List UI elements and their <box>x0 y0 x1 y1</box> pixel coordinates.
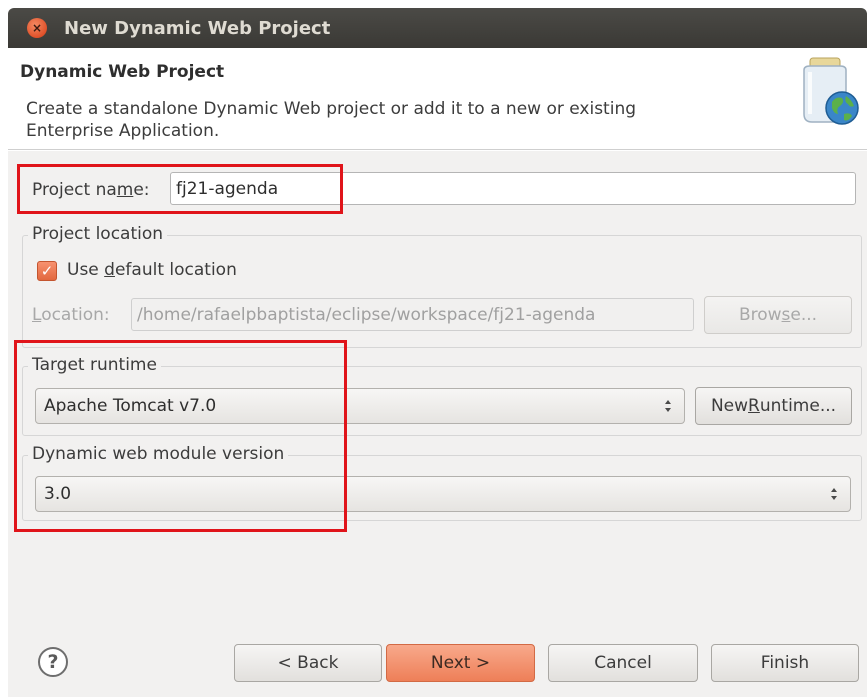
window-title: New Dynamic Web Project <box>64 17 331 39</box>
project-location-title: Project location <box>28 224 168 244</box>
window-titlebar: × New Dynamic Web Project <box>8 8 867 48</box>
project-name-label: Project name: <box>32 180 150 200</box>
spinner-arrows-icon <box>665 400 671 412</box>
next-button[interactable]: Next > <box>386 644 535 682</box>
project-name-input[interactable]: fj21-agenda <box>170 172 856 205</box>
description-line-1: Create a standalone Dynamic Web project … <box>26 99 637 119</box>
use-default-location-label: Use default location <box>67 260 237 280</box>
cancel-button[interactable]: Cancel <box>548 644 698 682</box>
use-default-location-checkbox[interactable]: ✓ <box>37 261 57 281</box>
location-input[interactable]: /home/rafaelpbaptista/eclipse/workspace/… <box>131 298 694 331</box>
module-version-value: 3.0 <box>44 484 72 504</box>
jar-globe-icon <box>803 57 859 125</box>
location-label: Location: <box>32 305 110 325</box>
browse-button[interactable]: Brow s e... <box>704 296 852 334</box>
description-line-2: Enterprise Application. <box>26 121 220 141</box>
finish-button[interactable]: Finish <box>711 644 859 682</box>
close-icon[interactable]: × <box>27 18 47 38</box>
wizard-header: Dynamic Web Project Create a standalone … <box>8 48 867 150</box>
module-version-select[interactable]: 3.0 <box>35 476 851 512</box>
target-runtime-title: Target runtime <box>28 355 161 375</box>
back-button[interactable]: < Back <box>234 644 382 682</box>
module-version-title: Dynamic web module version <box>28 444 289 464</box>
page-title: Dynamic Web Project <box>20 62 225 82</box>
spinner-arrows-icon <box>831 488 837 500</box>
new-runtime-button[interactable]: New Runtime... <box>695 387 852 425</box>
page-description: Create a standalone Dynamic Web project … <box>26 98 746 142</box>
help-icon[interactable]: ? <box>38 647 68 677</box>
target-runtime-value: Apache Tomcat v7.0 <box>44 396 217 416</box>
target-runtime-select[interactable]: Apache Tomcat v7.0 <box>35 388 685 424</box>
